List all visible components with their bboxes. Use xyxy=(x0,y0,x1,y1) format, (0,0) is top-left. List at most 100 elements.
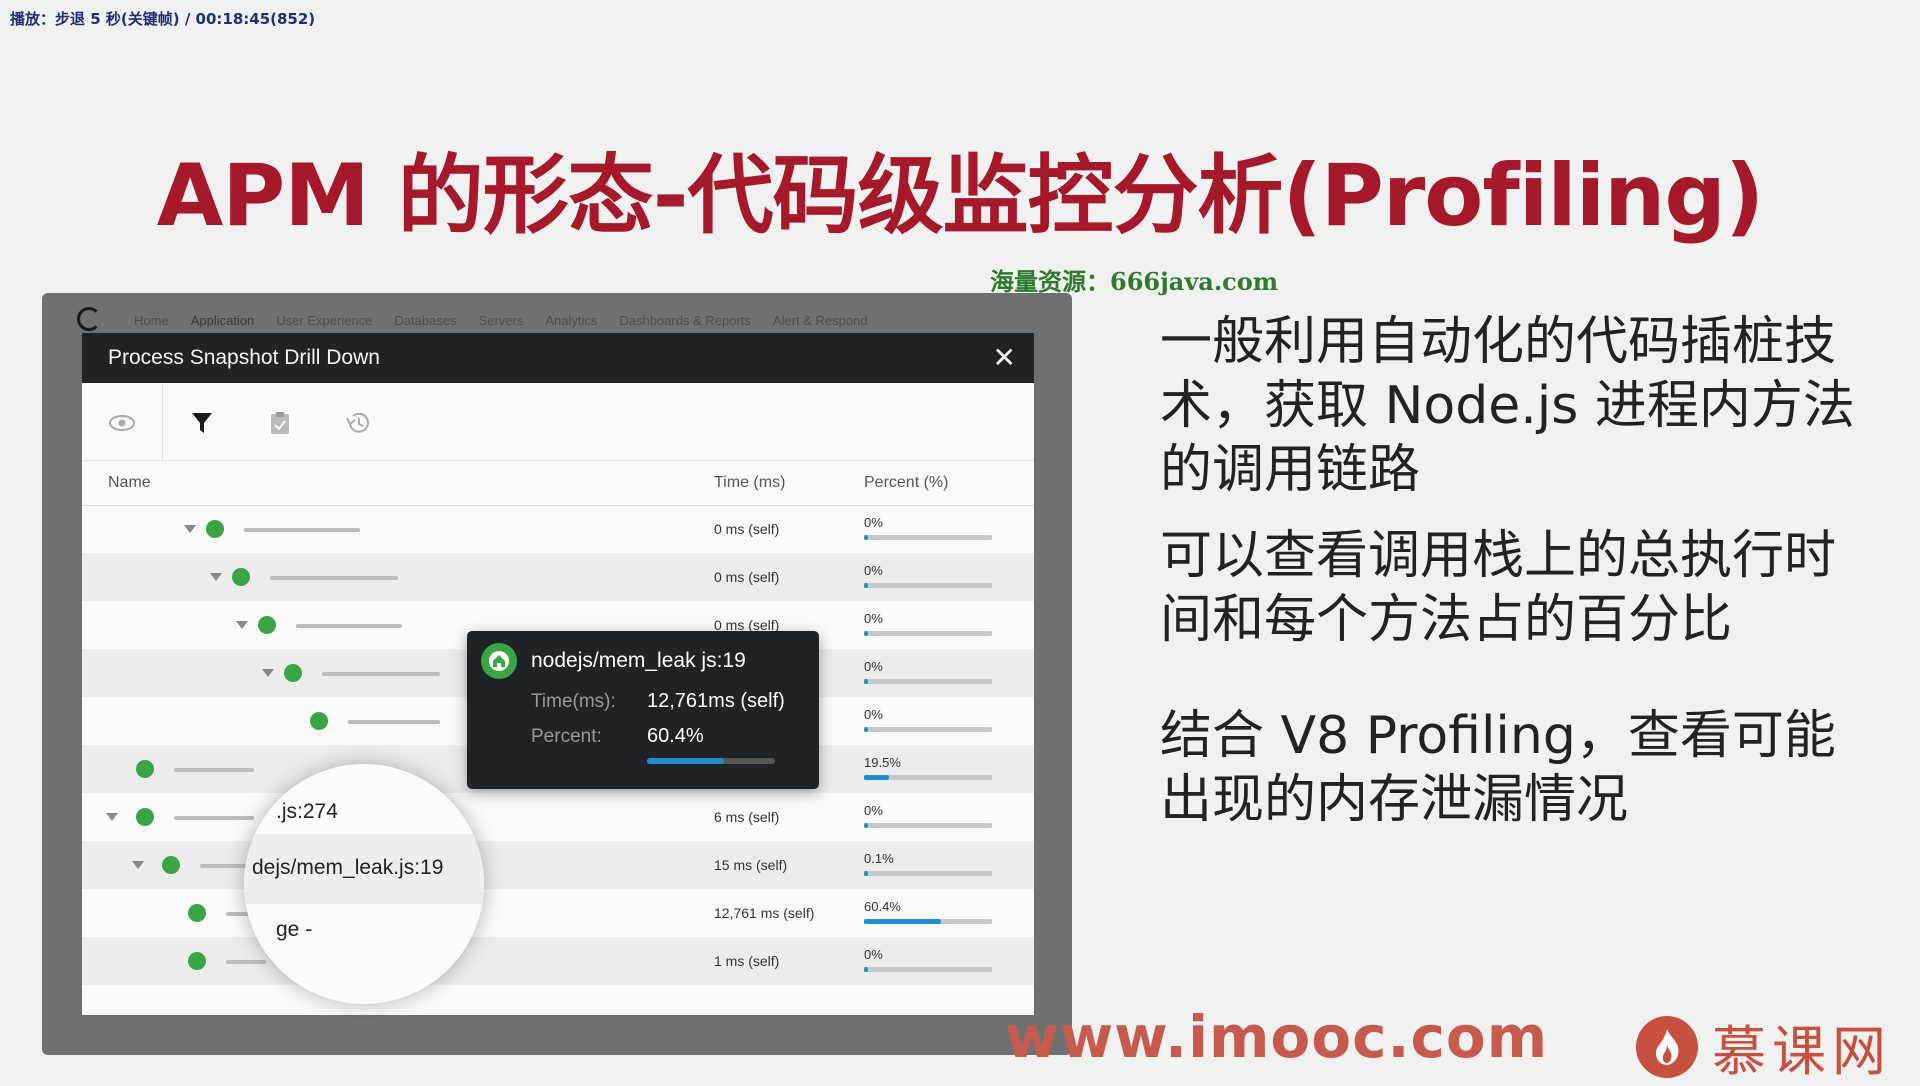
nav-tab-analytics[interactable]: Analytics xyxy=(545,313,597,328)
nav-tab-databases[interactable]: Databases xyxy=(394,313,456,328)
tree-row[interactable]: 12,761 ms (self) 60.4% xyxy=(82,889,1034,937)
row-percent: 0% xyxy=(864,803,883,818)
row-percent: 0% xyxy=(864,563,883,578)
brand-name: 慕课网 xyxy=(1712,1020,1892,1083)
col-name[interactable]: Name xyxy=(108,474,151,492)
percent-bar-fill xyxy=(864,631,868,636)
node-dot-icon xyxy=(232,568,250,586)
slide-title: APM 的形态-代码级监控分析(Profiling) xyxy=(156,146,1765,246)
node-dot-icon xyxy=(258,616,276,634)
percent-bar-fill xyxy=(864,823,868,828)
tooltip-percent-value: 60.4% xyxy=(647,725,704,747)
row-percent: 0% xyxy=(864,515,883,530)
nav-tab-alert[interactable]: Alert & Respond xyxy=(773,313,868,328)
row-time: 0 ms (self) xyxy=(714,521,780,537)
caret-down-icon[interactable] xyxy=(184,525,196,533)
player-status-overlay: 播放：步退 5 秒(关键帧) / 00:18:45(852) xyxy=(10,10,316,28)
bullet-3: 结合 V8 Profiling，查看可能出现的内存泄漏情况 xyxy=(1160,706,1836,830)
percent-bar xyxy=(864,631,992,636)
tree-row[interactable]: 1 ms (self) 0% xyxy=(82,937,1034,985)
row-time: 0 ms (self) xyxy=(714,569,780,585)
percent-bar xyxy=(864,967,992,972)
tooltip-percent-bar xyxy=(647,758,775,764)
tree-row[interactable]: 6 ms (self) 0% xyxy=(82,793,1034,841)
filter-icon[interactable] xyxy=(188,409,216,437)
name-placeholder xyxy=(322,672,440,676)
name-placeholder xyxy=(270,576,398,580)
row-percent: 0% xyxy=(864,611,883,626)
row-percent: 0% xyxy=(864,659,883,674)
caret-down-icon[interactable] xyxy=(132,861,144,869)
percent-bar xyxy=(864,535,992,540)
row-percent: 0% xyxy=(864,947,883,962)
eye-icon[interactable] xyxy=(108,409,136,437)
resource-note: 海量资源：666java.com xyxy=(990,267,1279,296)
percent-bar-fill xyxy=(864,775,889,780)
row-time: 12,761 ms (self) xyxy=(714,905,815,921)
name-placeholder xyxy=(174,768,254,772)
magnifier-row: .js:274 xyxy=(244,764,484,834)
app-logo-icon xyxy=(77,307,101,331)
name-placeholder xyxy=(296,624,402,628)
node-dot-icon xyxy=(188,904,206,922)
row-time: 1 ms (self) xyxy=(714,953,780,969)
close-icon[interactable]: ✕ xyxy=(993,333,1016,383)
row-percent: 0% xyxy=(864,707,883,722)
clipboard-icon[interactable] xyxy=(266,409,294,437)
caret-down-icon[interactable] xyxy=(210,573,222,581)
magnifier-text: dejs/mem_leak.js:19 xyxy=(252,856,444,879)
col-percent[interactable]: Percent (%) xyxy=(864,474,948,492)
magnifier-lens: .js:274 dejs/mem_leak.js:19 ge - xyxy=(244,764,484,1004)
nav-tabs: Home Application User Experience Databas… xyxy=(134,313,868,328)
row-percent: 19.5% xyxy=(864,755,901,770)
node-tooltip: nodejs/mem_leak js:19 Time(ms): 12,761ms… xyxy=(467,631,819,789)
modal-toolbar xyxy=(82,383,1034,461)
percent-bar-fill xyxy=(864,583,868,588)
nav-tab-application[interactable]: Application xyxy=(191,313,255,328)
slide-bullets: 一般利用自动化的代码插桩技术，获取 Node.js 进程内方法的调用链路 可以查… xyxy=(1160,310,1880,854)
name-placeholder xyxy=(348,720,440,724)
caret-down-icon[interactable] xyxy=(236,621,248,629)
node-dot-icon xyxy=(136,808,154,826)
modal-header: Process Snapshot Drill Down ✕ xyxy=(82,333,1034,383)
nav-tab-user-experience[interactable]: User Experience xyxy=(276,313,372,328)
flame-icon xyxy=(1636,1015,1698,1078)
percent-bar-fill xyxy=(864,919,942,924)
row-time: 15 ms (self) xyxy=(714,857,788,873)
table-header: Name Time (ms) Percent (%) xyxy=(82,461,1034,506)
caret-down-icon[interactable] xyxy=(262,669,274,677)
magnifier-text: .js:274 xyxy=(276,800,338,823)
toolbar-divider xyxy=(162,383,163,460)
history-icon[interactable] xyxy=(344,409,372,437)
node-dot-icon xyxy=(162,856,180,874)
col-time[interactable]: Time (ms) xyxy=(714,474,785,492)
percent-bar-fill xyxy=(864,535,868,540)
nav-tab-home[interactable]: Home xyxy=(134,313,169,328)
percent-bar xyxy=(864,727,992,732)
home-icon xyxy=(481,643,517,679)
node-dot-icon xyxy=(310,712,328,730)
tooltip-percent-label: Percent: xyxy=(531,726,602,747)
percent-bar xyxy=(864,679,992,684)
tree-row[interactable]: 0 ms (self) 0% xyxy=(82,505,1034,553)
row-time: 6 ms (self) xyxy=(714,809,780,825)
caret-down-icon[interactable] xyxy=(106,813,118,821)
node-dot-icon xyxy=(284,664,302,682)
node-dot-icon xyxy=(206,520,224,538)
tree-row[interactable]: 15 ms (self) 0.1% xyxy=(82,841,1034,889)
name-placeholder xyxy=(174,816,254,820)
percent-bar xyxy=(864,583,992,588)
bullet-1: 一般利用自动化的代码插桩技术，获取 Node.js 进程内方法的调用链路 xyxy=(1160,312,1855,500)
node-dot-icon xyxy=(136,760,154,778)
row-percent: 60.4% xyxy=(864,899,901,914)
tooltip-time-value: 12,761ms (self) xyxy=(647,690,785,712)
name-placeholder xyxy=(244,528,360,532)
tree-row[interactable]: 0 ms (self) 0% xyxy=(82,553,1034,601)
app-top-nav: Home Application User Experience Databas… xyxy=(42,293,1072,333)
nav-tab-dashboards[interactable]: Dashboards & Reports xyxy=(619,313,751,328)
nav-tab-servers[interactable]: Servers xyxy=(479,313,524,328)
percent-bar xyxy=(864,871,992,876)
percent-bar xyxy=(864,823,992,828)
node-dot-icon xyxy=(188,952,206,970)
percent-bar xyxy=(864,919,992,924)
